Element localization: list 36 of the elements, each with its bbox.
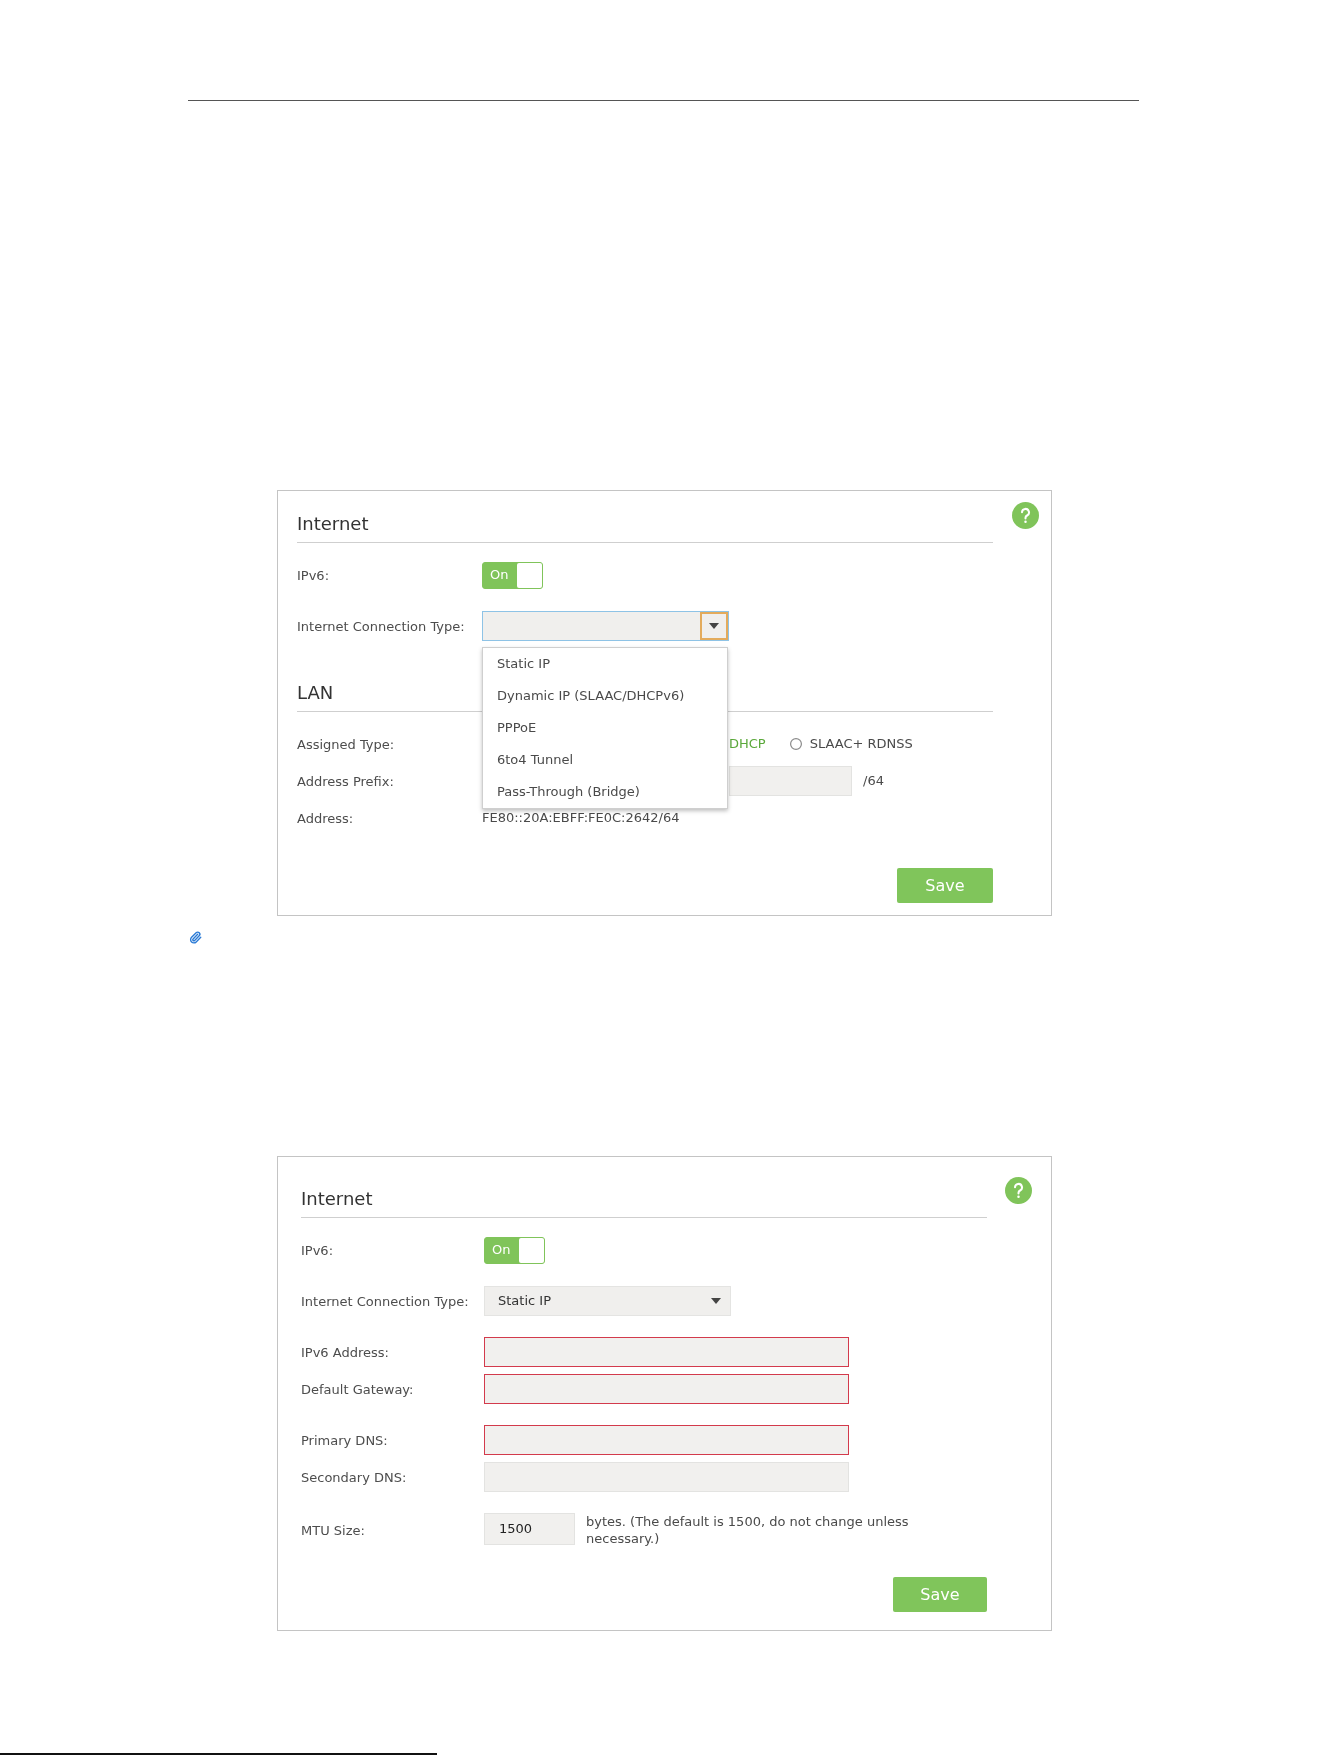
hint-text: bytes. (The default is 1500, do not change unless necessary.) — [586, 1513, 910, 1547]
paperclip-icon — [189, 931, 202, 944]
section-title: LAN — [297, 682, 334, 704]
select-field[interactable] — [482, 611, 729, 641]
select-field[interactable]: Static IP — [484, 1286, 731, 1316]
field-label: Address: — [297, 811, 354, 826]
dropdown-option[interactable]: Dynamic IP (SLAAC/DHCPv6) — [483, 680, 727, 712]
field-label: Address Prefix: — [297, 774, 394, 789]
input-field[interactable] — [484, 1425, 849, 1455]
dropdown-option[interactable]: PPPoE — [483, 712, 727, 744]
field-label: MTU Size: — [301, 1523, 365, 1538]
input-field[interactable] — [484, 1337, 849, 1367]
field-label: Primary DNS: — [301, 1433, 388, 1448]
caret-icon — [711, 1298, 721, 1304]
section-title: Internet — [301, 1188, 373, 1210]
field-value: FE80::20A:EBFF:FE0C:2642/64 — [482, 809, 680, 828]
help-icon[interactable] — [1012, 502, 1039, 529]
field-label: Secondary DNS: — [301, 1470, 407, 1485]
section-title: Internet — [297, 513, 369, 535]
field-label: Assigned Type: — [297, 737, 395, 752]
dropdown-option[interactable]: Static IP — [483, 648, 727, 680]
input-field[interactable] — [484, 1374, 849, 1404]
radio-button[interactable] — [789, 738, 802, 750]
field-label: Internet Connection Type: — [301, 1294, 469, 1309]
field-label: IPv6 Address: — [301, 1345, 389, 1360]
input-field[interactable]: 1500 — [484, 1513, 575, 1545]
dropdown-option[interactable]: Pass-Through (Bridge) — [483, 776, 727, 808]
field-label: Default Gateway: — [301, 1382, 414, 1397]
dropdown-option[interactable]: 6to4 Tunnel — [483, 744, 727, 776]
help-icon[interactable] — [1005, 1177, 1032, 1204]
option-label[interactable]: SLAAC+ RDNSS — [809, 734, 913, 754]
suffix-text: /64 — [863, 772, 884, 791]
field-label: Internet Connection Type: — [297, 619, 465, 634]
caret-icon — [709, 623, 719, 629]
field-label: IPv6: — [297, 568, 330, 583]
field-label: IPv6: — [301, 1243, 334, 1258]
